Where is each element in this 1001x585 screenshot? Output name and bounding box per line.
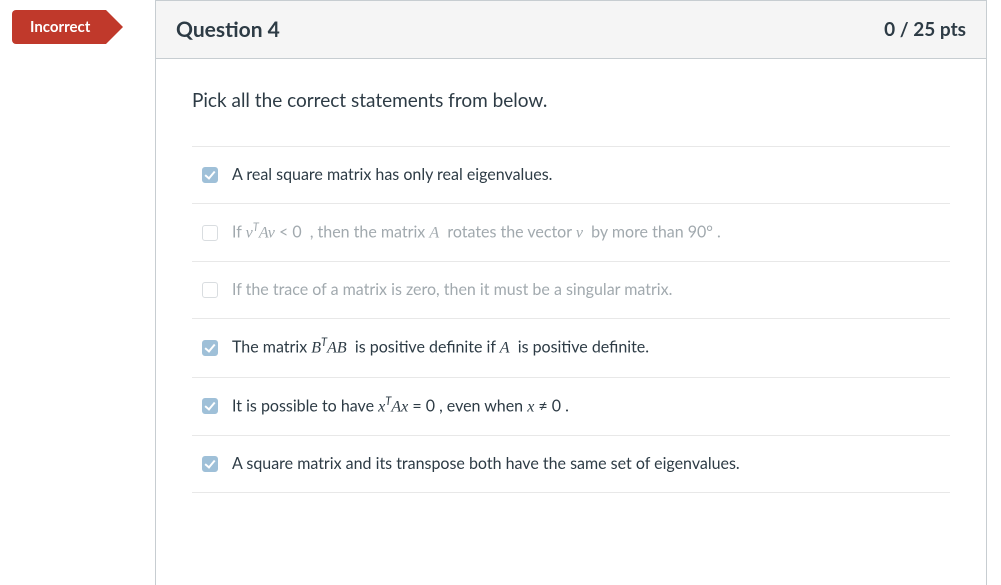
question-prompt: Pick all the correct statements from bel…	[192, 89, 950, 112]
answer-option: If vTAv < 0 , then the matrix A rotates …	[192, 204, 950, 262]
question-title: Question 4	[176, 17, 280, 42]
question-header: Question 4 0 / 25 pts	[156, 1, 986, 59]
checkbox-icon	[202, 225, 218, 241]
answer-text: A square matrix and its transpose both h…	[232, 452, 940, 476]
answer-option: A real square matrix has only real eigen…	[192, 147, 950, 204]
answer-list: A real square matrix has only real eigen…	[192, 146, 950, 493]
quiz-question-container: Incorrect Question 4 0 / 25 pts Pick all…	[0, 0, 1001, 585]
question-body: Pick all the correct statements from bel…	[156, 59, 986, 503]
answer-text: If vTAv < 0 , then the matrix A rotates …	[232, 220, 940, 245]
answer-text: If the trace of a matrix is zero, then i…	[232, 278, 940, 302]
checkbox-icon	[202, 282, 218, 298]
answer-option: The matrix BTAB is positive definite if …	[192, 319, 950, 377]
answer-text: The matrix BTAB is positive definite if …	[232, 335, 940, 360]
answer-option: A square matrix and its transpose both h…	[192, 436, 950, 493]
checkbox-icon	[202, 167, 218, 183]
answer-text: It is possible to have xTAx = 0 , even w…	[232, 394, 940, 419]
answer-text: A real square matrix has only real eigen…	[232, 163, 940, 187]
question-points: 0 / 25 pts	[884, 18, 966, 41]
checkbox-icon	[202, 340, 218, 356]
left-gutter: Incorrect	[0, 0, 155, 585]
question-card: Question 4 0 / 25 pts Pick all the corre…	[155, 0, 987, 585]
checkbox-icon	[202, 456, 218, 472]
status-badge: Incorrect	[12, 10, 106, 44]
checkbox-icon	[202, 398, 218, 414]
answer-option: It is possible to have xTAx = 0 , even w…	[192, 378, 950, 436]
answer-option: If the trace of a matrix is zero, then i…	[192, 262, 950, 319]
